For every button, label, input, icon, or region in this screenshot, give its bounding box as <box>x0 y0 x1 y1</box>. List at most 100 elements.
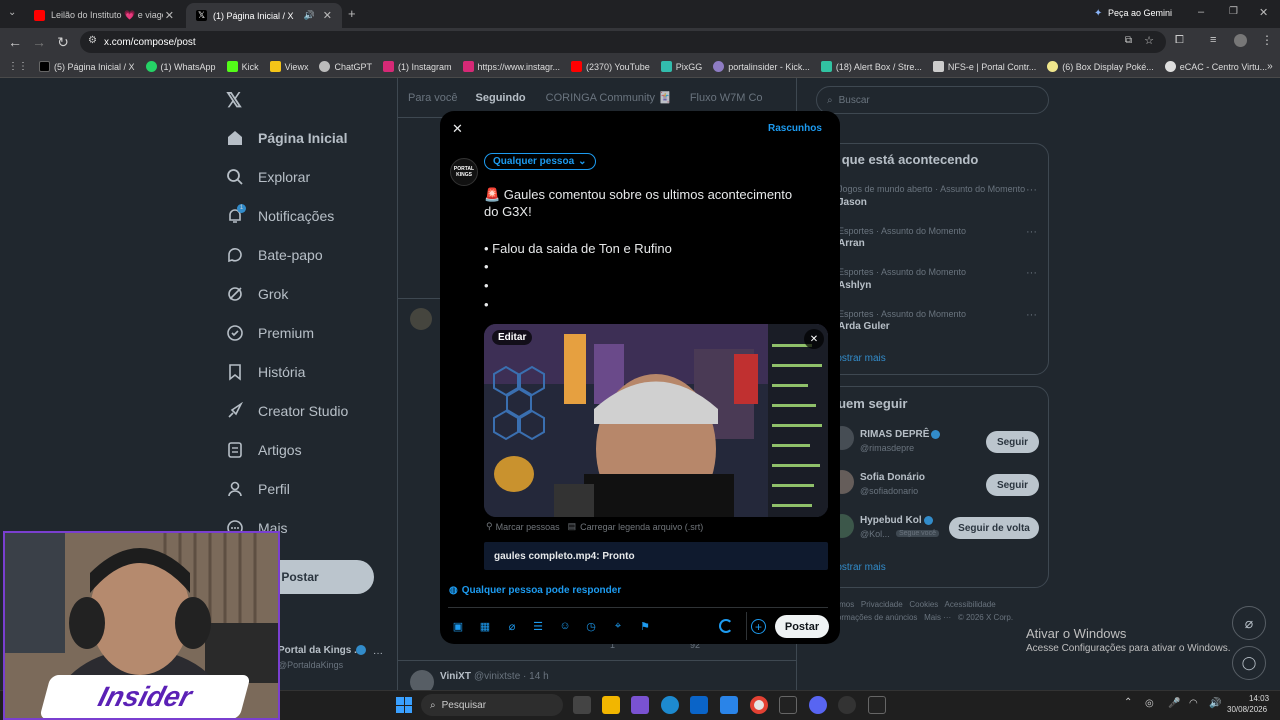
upload-status-bar: gaules completo.mp4: Pronto <box>484 542 828 570</box>
minimize-icon[interactable]: – <box>1198 6 1204 18</box>
more-bookmarks-icon[interactable]: » <box>1267 61 1273 72</box>
post-text-bullet: • <box>484 297 489 312</box>
edge-icon[interactable] <box>661 696 679 714</box>
gemini-button[interactable]: Peça ao Gemini <box>1108 8 1172 18</box>
drafts-link[interactable]: Rascunhos <box>768 123 822 134</box>
compose-text-area[interactable]: 🚨 Gaules comentou sobre os ultimos acont… <box>484 185 824 315</box>
clock-date[interactable]: 30/08/2026 <box>1227 705 1267 714</box>
reload-icon[interactable]: ↻ <box>51 30 75 54</box>
volume-icon[interactable]: 🔊 <box>1209 698 1221 709</box>
add-post-icon[interactable]: + <box>751 619 766 634</box>
gif-icon[interactable]: ▦ <box>478 619 492 633</box>
tab-label: Leilão do Instituto 💗 e viagem <box>51 10 163 20</box>
network-icon[interactable]: ◎ <box>1145 698 1154 709</box>
wifi-icon[interactable]: ◠ <box>1189 698 1198 709</box>
bookmark-pokemon[interactable]: (6) Box Display Poké... <box>1047 61 1154 72</box>
star-icon[interactable]: ☆ <box>1144 34 1154 47</box>
bookmark-pixgg[interactable]: PixGG <box>660 61 702 72</box>
location-icon[interactable]: ⌖ <box>611 619 625 633</box>
grok-icon[interactable]: ⌀ <box>505 619 519 633</box>
store-icon[interactable] <box>690 696 708 714</box>
bookmark-instagram-url[interactable]: https://www.instagr... <box>462 61 560 72</box>
speaker-icon[interactable]: 🔊 <box>304 10 315 21</box>
site-info-icon[interactable]: ⚙ <box>88 35 97 46</box>
browser-tab-strip: ⌄ Leilão do Instituto 💗 e viagem ✕ 𝕏 (1)… <box>0 0 1280 28</box>
progress-spinner <box>719 619 733 633</box>
install-icon[interactable]: ⧉ <box>1125 35 1132 46</box>
file-explorer-icon[interactable] <box>602 696 620 714</box>
schedule-icon[interactable]: ◷ <box>584 619 598 633</box>
bookmarks-bar: ⋮⋮ (5) Página Inicial / X (1) WhatsApp K… <box>0 56 1280 78</box>
reply-setting[interactable]: ◍ Qualquer pessoa pode responder <box>449 585 621 596</box>
post-text-line: do G3X! <box>484 204 532 219</box>
apps-icon[interactable]: ⋮⋮ <box>8 61 28 72</box>
capcut-icon[interactable] <box>779 696 797 714</box>
media-icon[interactable]: ▣ <box>451 619 465 633</box>
post-text-bullet: • <box>484 259 489 274</box>
restore-icon[interactable]: ❐ <box>1229 6 1238 17</box>
tray-chevron-icon[interactable]: ⌃ <box>1124 697 1132 708</box>
bookmark-alertbox[interactable]: (18) Alert Box / Stre... <box>820 61 922 72</box>
obs-icon[interactable] <box>838 696 856 714</box>
taskbar-search[interactable]: ⌕ Pesquisar <box>421 694 563 716</box>
edit-media-button[interactable]: Editar <box>492 330 533 345</box>
profile-avatar[interactable] <box>1234 34 1247 47</box>
x-logo-icon: 𝕏 <box>196 10 207 21</box>
post-button[interactable]: Postar <box>775 615 829 638</box>
person-icon: ⚲ <box>486 521 493 531</box>
audience-selector[interactable]: Qualquer pessoa ⌄ <box>484 153 596 170</box>
media-options: ⚲ Marcar pessoas ▤ Carregar legenda arqu… <box>486 521 703 532</box>
tab-x-home[interactable]: 𝕏 (1) Página Inicial / X 🔊 ✕ <box>186 3 342 28</box>
new-tab-icon[interactable]: + <box>348 6 356 21</box>
gemini-icon: ✦ <box>1094 8 1103 19</box>
search-icon: ⌕ <box>430 699 436 711</box>
address-bar[interactable]: ⚙ x.com/compose/post ⧉ ☆ <box>80 31 1166 53</box>
copilot-icon[interactable] <box>631 696 649 714</box>
close-icon[interactable]: ✕ <box>452 121 463 137</box>
toolbar-divider <box>746 612 747 640</box>
tab-label: (1) Página Inicial / X <box>213 10 294 21</box>
post-text-bullet: • <box>484 278 489 293</box>
bookmark-portalinsider[interactable]: portalinsider - Kick... <box>713 61 810 72</box>
outlook-icon[interactable] <box>720 696 738 714</box>
back-icon[interactable]: ← <box>3 30 27 54</box>
bookmark-nfse[interactable]: NFS-e | Portal Contr... <box>932 61 1036 72</box>
menu-icon[interactable]: ⋮ <box>1261 33 1273 47</box>
flag-icon[interactable]: ⚑ <box>638 619 652 633</box>
post-text-line: 🚨 Gaules comentou sobre os ultimos acont… <box>484 187 793 202</box>
video-preview[interactable]: Editar ✕ <box>484 324 828 517</box>
video-thumbnail <box>484 324 828 517</box>
forward-icon[interactable]: → <box>27 30 51 54</box>
task-view-icon[interactable] <box>573 696 591 714</box>
upload-caption-link[interactable]: Carregar legenda arquivo (.srt) <box>580 522 703 532</box>
bookmark-youtube[interactable]: (2370) YouTube <box>571 61 650 72</box>
tab-leilao[interactable]: Leilão do Instituto 💗 e viagem ✕ <box>24 3 184 28</box>
remove-media-icon[interactable]: ✕ <box>804 329 824 349</box>
clock-time[interactable]: 14:03 <box>1249 694 1269 703</box>
close-tab-icon[interactable]: ✕ <box>165 9 174 22</box>
bookmark-x[interactable]: (5) Página Inicial / X <box>39 61 135 72</box>
poll-icon[interactable]: ☰ <box>531 619 545 633</box>
bookmark-ecac[interactable]: eCAC - Centro Virtu... <box>1164 61 1267 72</box>
activate-windows-subtitle: Acesse Configurações para ativar o Windo… <box>1026 643 1231 654</box>
capcut-icon[interactable] <box>868 696 886 714</box>
bookmark-instagram[interactable]: (1) Instagram <box>382 61 452 72</box>
bookmark-viewx[interactable]: Viewx <box>269 61 308 72</box>
discord-icon[interactable] <box>809 696 827 714</box>
avatar[interactable]: PORTAL KINGS <box>450 158 478 186</box>
tag-people-link[interactable]: Marcar pessoas <box>496 522 560 532</box>
extensions-icon[interactable]: ⧠ <box>1175 34 1184 47</box>
tab-list-icon[interactable]: ⌄ <box>8 7 16 18</box>
bookmark-kick[interactable]: Kick <box>226 61 259 72</box>
chrome-icon[interactable] <box>750 696 768 714</box>
toolbar-divider <box>448 607 828 608</box>
reading-list-icon[interactable]: ≡ <box>1210 34 1216 46</box>
start-icon[interactable] <box>396 697 412 713</box>
close-tab-icon[interactable]: ✕ <box>323 9 332 22</box>
webcam-overlay: Insider <box>3 531 280 720</box>
mic-icon[interactable]: 🎤 <box>1168 698 1180 709</box>
close-window-icon[interactable]: ✕ <box>1259 6 1268 19</box>
bookmark-whatsapp[interactable]: (1) WhatsApp <box>145 61 216 72</box>
emoji-icon[interactable]: ☺ <box>558 619 572 633</box>
bookmark-chatgpt[interactable]: ChatGPT <box>319 61 372 72</box>
